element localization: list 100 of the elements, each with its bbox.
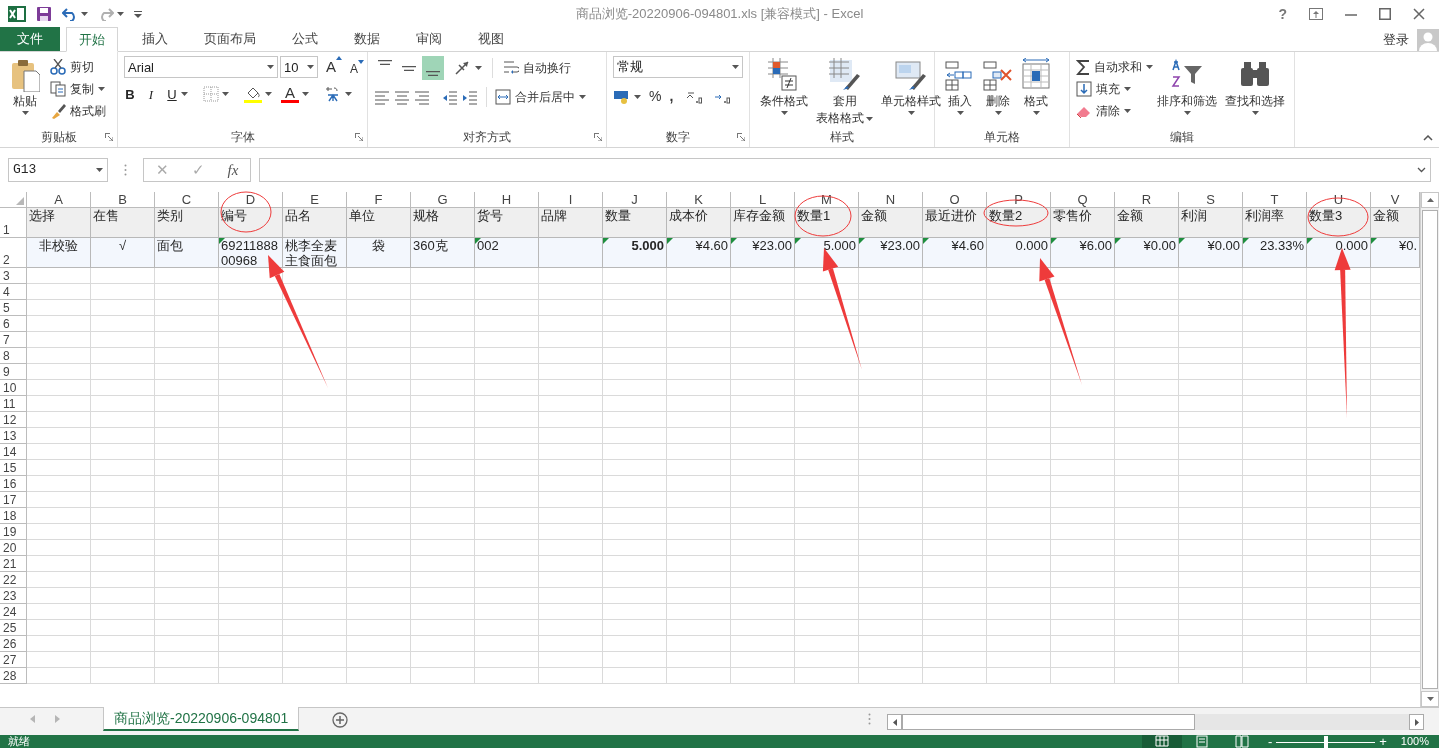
ribbon-tab[interactable]: 审阅: [404, 27, 454, 51]
insert-function-button[interactable]: fx: [227, 158, 239, 182]
dialog-launcher-icon[interactable]: [594, 133, 602, 141]
text-orientation-icon[interactable]: [454, 60, 472, 76]
caret-icon: [1183, 111, 1191, 115]
row-header[interactable]: 6: [0, 316, 27, 332]
caret-icon: [1251, 111, 1259, 115]
decrease-indent-icon[interactable]: [442, 89, 458, 105]
increase-indent-icon[interactable]: [462, 89, 478, 105]
row-header[interactable]: 10: [0, 380, 27, 396]
delete-cells-button[interactable]: 删除: [979, 56, 1017, 127]
underline-button[interactable]: U: [166, 84, 178, 104]
vertical-align-button[interactable]: [422, 56, 444, 80]
dialog-launcher-icon[interactable]: [105, 133, 113, 141]
row-header[interactable]: 22: [0, 572, 27, 588]
row-header[interactable]: 5: [0, 300, 27, 316]
sort-filter-button[interactable]: 排序和筛选: [1153, 56, 1221, 127]
name-box[interactable]: G13: [8, 158, 108, 182]
row-header[interactable]: 12: [0, 412, 27, 428]
wrap-text-button[interactable]: 自动换行: [503, 57, 571, 79]
row-header[interactable]: 24: [0, 604, 27, 620]
percent-button[interactable]: %: [649, 86, 662, 107]
bold-button[interactable]: B: [124, 84, 136, 104]
ribbon-tab[interactable]: 公式: [280, 27, 330, 51]
comma-style-button[interactable]: ,: [669, 86, 674, 107]
scroll-up-button[interactable]: [1421, 192, 1439, 208]
scrollbar-thumb[interactable]: [1422, 210, 1438, 689]
zoom-out-button[interactable]: -: [1267, 735, 1273, 748]
row-header[interactable]: 11: [0, 396, 27, 412]
caret-icon: [1032, 111, 1040, 115]
copy-button[interactable]: 复制: [50, 78, 106, 100]
spreadsheet-app-icon[interactable]: [8, 5, 26, 23]
annotation-ellipse: [220, 191, 272, 233]
find-select-button[interactable]: 查找和选择: [1221, 56, 1289, 127]
scroll-left-button[interactable]: [887, 714, 903, 730]
grow-font-button[interactable]: A: [326, 56, 342, 79]
italic-button[interactable]: I: [145, 84, 157, 104]
fill-color-icon[interactable]: [244, 85, 262, 104]
ribbon-tab[interactable]: 数据: [342, 27, 392, 51]
number-format-field[interactable]: 常规: [613, 56, 743, 78]
formula-input-field[interactable]: [259, 158, 1431, 182]
maximize-icon[interactable]: [1379, 8, 1391, 20]
row-header[interactable]: 21: [0, 556, 27, 572]
undo-icon[interactable]: [62, 7, 78, 21]
row-header[interactable]: 7: [0, 332, 27, 348]
row-header[interactable]: 20: [0, 540, 27, 556]
row-header[interactable]: 18: [0, 508, 27, 524]
fill-button[interactable]: 填充: [1076, 78, 1153, 100]
row-header[interactable]: 23: [0, 588, 27, 604]
font-name-field[interactable]: Arial: [124, 56, 278, 79]
ribbon-tab[interactable]: 插入: [130, 27, 180, 51]
cut-button[interactable]: 剪切: [50, 56, 106, 78]
row-header[interactable]: 4: [0, 284, 27, 300]
clear-button[interactable]: 清除: [1076, 100, 1153, 122]
row-header[interactable]: 14: [0, 444, 27, 460]
zoom-slider-thumb[interactable]: [1323, 735, 1328, 748]
table-cell: ¥0.: [1371, 238, 1420, 268]
merge-center-button[interactable]: 合并后居中: [495, 86, 586, 108]
format-as-table-button[interactable]: 套用 表格格式: [812, 56, 877, 127]
scroll-right-button[interactable]: [1409, 714, 1425, 730]
row-header[interactable]: 15: [0, 460, 27, 476]
dialog-launcher-icon[interactable]: [737, 133, 745, 141]
row-header[interactable]: 19: [0, 524, 27, 540]
accounting-format-icon[interactable]: [613, 88, 631, 105]
scroll-down-button[interactable]: [1421, 691, 1439, 707]
row-header[interactable]: 9: [0, 364, 27, 380]
ribbon-tab[interactable]: 页面布局: [192, 27, 268, 51]
collapse-ribbon-icon[interactable]: [1423, 135, 1433, 141]
dialog-launcher-icon[interactable]: [355, 133, 363, 141]
row-header[interactable]: 25: [0, 620, 27, 636]
row-header[interactable]: 3: [0, 268, 27, 284]
autosum-button[interactable]: 自动求和: [1076, 56, 1153, 78]
row-header[interactable]: 13: [0, 428, 27, 444]
sign-in-link[interactable]: 登录: [1383, 29, 1409, 50]
scrollbar-thumb[interactable]: [902, 714, 1196, 730]
row-header[interactable]: 17: [0, 492, 27, 508]
zoom-in-button[interactable]: +: [1379, 735, 1387, 748]
customize-toolbar-icon[interactable]: [134, 10, 142, 18]
row-header[interactable]: 8: [0, 348, 27, 364]
close-icon[interactable]: [1413, 8, 1425, 20]
shrink-font-button[interactable]: A: [350, 59, 365, 78]
save-icon[interactable]: [36, 6, 52, 22]
format-cells-button[interactable]: 格式: [1017, 56, 1055, 127]
sheet-tab[interactable]: 商品浏览-20220906-094801: [103, 707, 300, 731]
ribbon-display-options-icon[interactable]: [1309, 8, 1323, 20]
ribbon-tab[interactable]: 开始: [66, 27, 118, 52]
row-header[interactable]: 27: [0, 652, 27, 668]
ribbon-tab[interactable]: 文件: [0, 27, 60, 51]
ribbon-tab[interactable]: 视图: [466, 27, 516, 51]
font-size-field[interactable]: 10: [280, 56, 318, 79]
add-sheet-icon[interactable]: [332, 712, 349, 728]
view-button[interactable]: [1141, 735, 1182, 748]
conditional-formatting-button[interactable]: 条件格式: [756, 56, 812, 127]
format-painter-button[interactable]: 格式刷: [50, 100, 106, 122]
row-header[interactable]: 26: [0, 636, 27, 652]
row-header[interactable]: 28: [0, 668, 27, 684]
paste-button[interactable]: 粘贴: [6, 56, 44, 127]
row-header[interactable]: 16: [0, 476, 27, 492]
help-button[interactable]: ?: [1278, 3, 1287, 25]
font-color-button[interactable]: A: [281, 85, 299, 103]
